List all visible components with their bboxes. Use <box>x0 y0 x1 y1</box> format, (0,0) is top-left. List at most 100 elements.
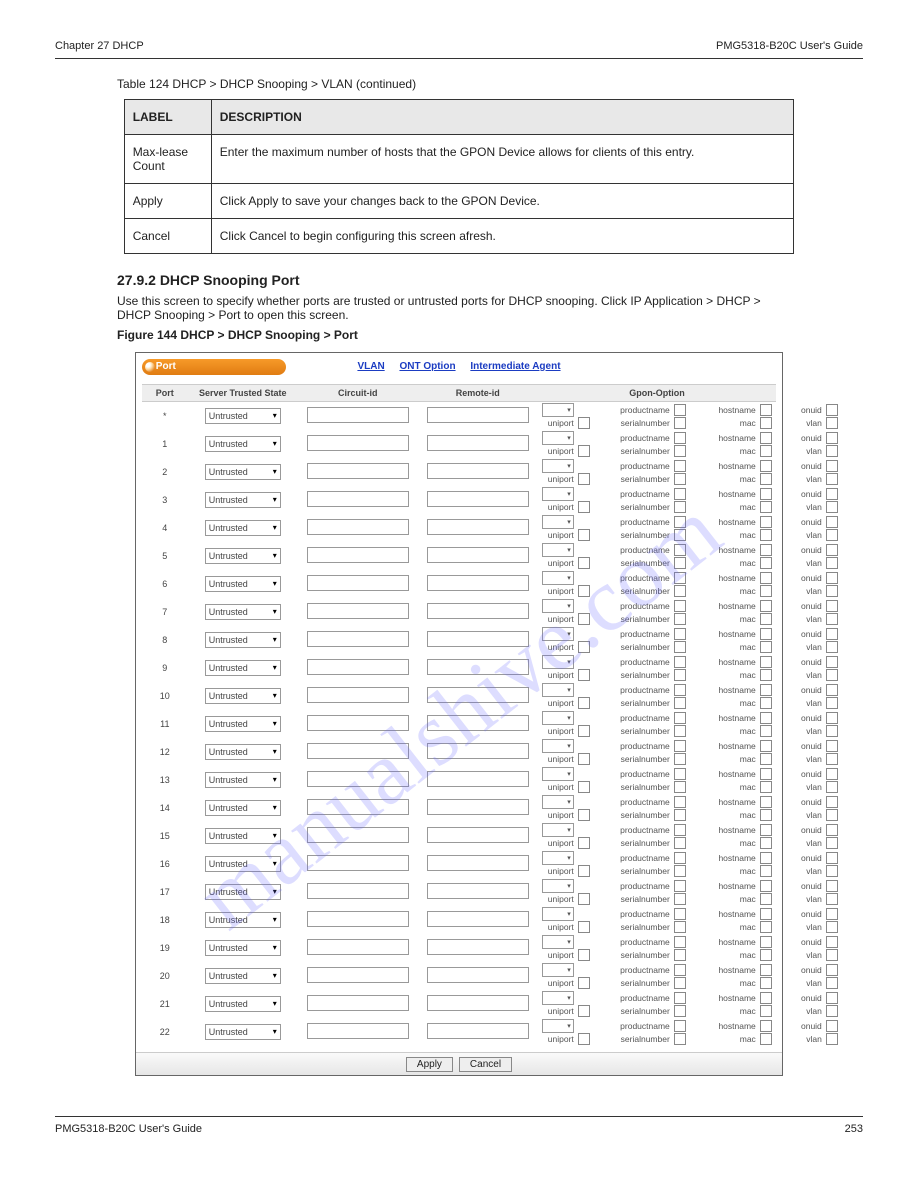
cb-vlan[interactable] <box>826 529 838 541</box>
cb-mac[interactable] <box>760 585 772 597</box>
circuit-id-input[interactable] <box>307 575 409 591</box>
cb-vlan[interactable] <box>826 473 838 485</box>
cb-uniport[interactable] <box>578 921 590 933</box>
gpon-select[interactable] <box>542 935 574 949</box>
cb-mac[interactable] <box>760 529 772 541</box>
cb-mac[interactable] <box>760 557 772 569</box>
cb-mac[interactable] <box>760 809 772 821</box>
cb-serialnumber[interactable] <box>674 501 686 513</box>
remote-id-input[interactable] <box>427 827 529 843</box>
cb-vlan[interactable] <box>826 1005 838 1017</box>
cb-serialnumber[interactable] <box>674 809 686 821</box>
cb-mac[interactable] <box>760 977 772 989</box>
cb-hostname[interactable] <box>760 740 772 752</box>
gpon-select[interactable] <box>542 599 574 613</box>
gpon-select[interactable] <box>542 991 574 1005</box>
cb-serialnumber[interactable] <box>674 529 686 541</box>
cb-uniport[interactable] <box>578 585 590 597</box>
cb-productname[interactable] <box>674 1020 686 1032</box>
remote-id-input[interactable] <box>427 855 529 871</box>
cb-mac[interactable] <box>760 949 772 961</box>
cb-onuid[interactable] <box>826 796 838 808</box>
cb-mac[interactable] <box>760 725 772 737</box>
trusted-select[interactable]: Untrusted <box>205 884 281 900</box>
cb-serialnumber[interactable] <box>674 473 686 485</box>
cb-serialnumber[interactable] <box>674 557 686 569</box>
remote-id-input[interactable] <box>427 743 529 759</box>
cb-serialnumber[interactable] <box>674 893 686 905</box>
trusted-select[interactable]: Untrusted <box>205 828 281 844</box>
remote-id-input[interactable] <box>427 967 529 983</box>
remote-id-input[interactable] <box>427 603 529 619</box>
cb-uniport[interactable] <box>578 1005 590 1017</box>
cb-hostname[interactable] <box>760 992 772 1004</box>
circuit-id-input[interactable] <box>307 519 409 535</box>
cb-productname[interactable] <box>674 740 686 752</box>
cb-serialnumber[interactable] <box>674 1005 686 1017</box>
gpon-select[interactable] <box>542 459 574 473</box>
remote-id-input[interactable] <box>427 407 529 423</box>
cb-onuid[interactable] <box>826 628 838 640</box>
cb-onuid[interactable] <box>826 880 838 892</box>
cb-hostname[interactable] <box>760 544 772 556</box>
gpon-select[interactable] <box>542 879 574 893</box>
cb-vlan[interactable] <box>826 585 838 597</box>
cb-vlan[interactable] <box>826 865 838 877</box>
cb-serialnumber[interactable] <box>674 445 686 457</box>
cb-vlan[interactable] <box>826 697 838 709</box>
cb-vlan[interactable] <box>826 613 838 625</box>
gpon-select[interactable] <box>542 851 574 865</box>
circuit-id-input[interactable] <box>307 883 409 899</box>
cb-uniport[interactable] <box>578 977 590 989</box>
cb-onuid[interactable] <box>826 572 838 584</box>
cb-productname[interactable] <box>674 600 686 612</box>
cb-productname[interactable] <box>674 712 686 724</box>
trusted-select[interactable]: Untrusted <box>205 548 281 564</box>
cb-onuid[interactable] <box>826 1020 838 1032</box>
cb-uniport[interactable] <box>578 613 590 625</box>
cb-hostname[interactable] <box>760 404 772 416</box>
cb-mac[interactable] <box>760 501 772 513</box>
trusted-select[interactable]: Untrusted <box>205 688 281 704</box>
cb-hostname[interactable] <box>760 516 772 528</box>
circuit-id-input[interactable] <box>307 967 409 983</box>
trusted-select[interactable]: Untrusted <box>205 716 281 732</box>
cb-hostname[interactable] <box>760 796 772 808</box>
cancel-button[interactable]: Cancel <box>459 1057 512 1072</box>
cb-serialnumber[interactable] <box>674 865 686 877</box>
cb-productname[interactable] <box>674 628 686 640</box>
cb-mac[interactable] <box>760 613 772 625</box>
cb-vlan[interactable] <box>826 753 838 765</box>
remote-id-input[interactable] <box>427 715 529 731</box>
cb-mac[interactable] <box>760 753 772 765</box>
trusted-select[interactable]: Untrusted <box>205 1024 281 1040</box>
cb-onuid[interactable] <box>826 852 838 864</box>
trusted-select[interactable]: Untrusted <box>205 436 281 452</box>
circuit-id-input[interactable] <box>307 939 409 955</box>
cb-onuid[interactable] <box>826 740 838 752</box>
cb-onuid[interactable] <box>826 712 838 724</box>
cb-productname[interactable] <box>674 572 686 584</box>
cb-uniport[interactable] <box>578 669 590 681</box>
circuit-id-input[interactable] <box>307 771 409 787</box>
trusted-select[interactable]: Untrusted <box>205 632 281 648</box>
cb-mac[interactable] <box>760 641 772 653</box>
trusted-select[interactable]: Untrusted <box>205 408 281 424</box>
cb-uniport[interactable] <box>578 725 590 737</box>
cb-productname[interactable] <box>674 992 686 1004</box>
cb-onuid[interactable] <box>826 516 838 528</box>
cb-productname[interactable] <box>674 768 686 780</box>
trusted-select[interactable]: Untrusted <box>205 940 281 956</box>
trusted-select[interactable]: Untrusted <box>205 492 281 508</box>
cb-uniport[interactable] <box>578 641 590 653</box>
circuit-id-input[interactable] <box>307 547 409 563</box>
cb-productname[interactable] <box>674 824 686 836</box>
gpon-select[interactable] <box>542 767 574 781</box>
gpon-select[interactable] <box>542 431 574 445</box>
cb-vlan[interactable] <box>826 445 838 457</box>
cb-productname[interactable] <box>674 964 686 976</box>
circuit-id-input[interactable] <box>307 715 409 731</box>
trusted-select[interactable]: Untrusted <box>205 968 281 984</box>
gpon-select[interactable] <box>542 1019 574 1033</box>
gpon-select[interactable] <box>542 683 574 697</box>
